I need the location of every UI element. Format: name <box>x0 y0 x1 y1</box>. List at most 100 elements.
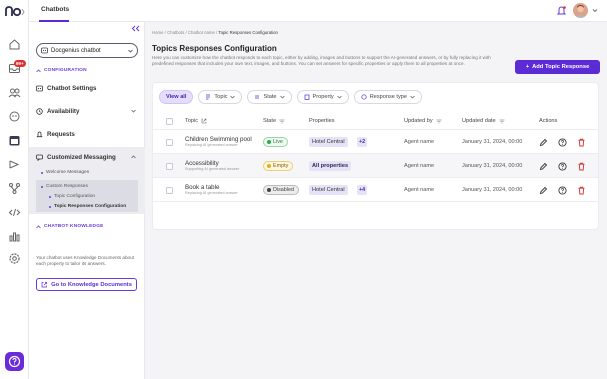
chevron-down-icon[interactable] <box>592 8 598 13</box>
status-dot-icon <box>267 164 271 168</box>
configuration-section[interactable]: CONFIGURATION <box>36 68 87 73</box>
help-icon[interactable] <box>558 186 567 195</box>
filter-label: View all <box>166 94 187 100</box>
status-dot-icon <box>267 188 271 192</box>
help-icon <box>8 355 21 368</box>
bullet-icon <box>49 195 51 198</box>
status-dot-icon <box>267 140 271 144</box>
settings-icon[interactable] <box>8 252 21 265</box>
row-topic: Book a table <box>185 184 220 191</box>
table-row[interactable]: Children Swimming pool Replacing AI gene… <box>153 130 598 154</box>
col-topic-label: Topic <box>185 118 199 124</box>
col-updated-by[interactable]: Updated by <box>404 118 442 124</box>
home-icon[interactable] <box>8 38 21 51</box>
breadcrumb-chatbot-name[interactable]: Chatbot name <box>188 30 215 35</box>
sidebar-item-label: Availability <box>47 108 80 115</box>
contacts-icon[interactable] <box>8 86 21 99</box>
breadcrumb-chatbots[interactable]: Chatbots <box>167 30 184 35</box>
bot-icon <box>36 85 43 92</box>
sidebar-item-customized-messaging[interactable]: Customized Messaging <box>36 151 138 164</box>
col-actions: Actions <box>539 118 557 124</box>
campaign-icon[interactable] <box>8 158 21 171</box>
property-tag: All properties <box>309 161 352 171</box>
sidebar-subitem-welcome-messages[interactable]: Welcome Messages <box>41 170 89 175</box>
sidebar: Docgenius chatbot CONFIGURATION Chatbot … <box>29 22 145 379</box>
sidebar-subitem-label: Topic Responses Configuration <box>54 204 127 209</box>
edit-icon[interactable] <box>539 186 548 195</box>
sidebar-item-requests[interactable]: Requests <box>36 128 138 141</box>
table-row[interactable]: Book a table Replacing AI generated answ… <box>153 178 598 202</box>
responses-panel: View all Topic State Property Response t… <box>152 82 599 230</box>
calendar-icon[interactable] <box>8 134 21 147</box>
code-icon[interactable] <box>8 206 21 219</box>
property-tag: Hotel Central <box>309 185 348 195</box>
breadcrumb-home[interactable]: Home <box>152 30 163 35</box>
brand-logo-icon[interactable] <box>5 6 25 18</box>
col-state[interactable]: State <box>263 118 285 124</box>
add-topic-response-button[interactable]: + Add Topic Response <box>515 60 600 74</box>
filter-property[interactable]: Property <box>296 90 349 104</box>
sidebar-subitem-topic-responses-configuration[interactable]: Topic Responses Configuration <box>49 204 126 209</box>
more-properties-badge[interactable]: +2 <box>357 137 368 147</box>
table-row[interactable]: Accessibility Supporting AI generated an… <box>153 154 598 178</box>
chevron-down-icon <box>336 95 342 99</box>
building-icon <box>304 94 309 100</box>
filter-icon <box>499 119 505 123</box>
left-rail: 99+ <box>0 0 29 379</box>
collapse-sidebar-icon[interactable] <box>131 25 140 32</box>
table-header: Topic State Properties Updated by Update… <box>153 112 598 130</box>
bell-icon[interactable] <box>556 5 567 16</box>
delete-icon[interactable] <box>577 162 586 171</box>
avatar[interactable] <box>573 3 588 18</box>
status-badge-label: Empty <box>273 163 289 169</box>
tab-chatbots[interactable]: Chatbots <box>41 6 69 13</box>
sidebar-item-chatbot-settings[interactable]: Chatbot Settings <box>36 82 138 95</box>
row-checkbox[interactable] <box>166 187 173 194</box>
filter-state[interactable]: State <box>247 90 292 104</box>
chevron-up-icon <box>36 224 41 228</box>
go-to-knowledge-documents-button[interactable]: Go to Knowledge Documents <box>36 278 137 291</box>
bot-icon <box>41 47 48 54</box>
row-checkbox[interactable] <box>166 139 173 146</box>
status-badge: Empty <box>263 161 294 171</box>
breadcrumb: Home / Chatbots / Chatbot name / Topic R… <box>152 30 278 35</box>
delete-icon[interactable] <box>577 186 586 195</box>
bot-icon[interactable] <box>8 110 21 123</box>
filter-view-all[interactable]: View all <box>159 90 194 104</box>
delete-icon[interactable] <box>577 138 586 147</box>
chatbot-knowledge-section[interactable]: CHATBOT KNOWLEDGE <box>36 224 104 229</box>
edit-icon[interactable] <box>539 138 548 147</box>
row-checkbox[interactable] <box>166 163 173 170</box>
row-topic: Children Swimming pool <box>185 136 252 143</box>
sidebar-subitem-label: Welcome Messages <box>46 170 90 175</box>
add-topic-response-label: Add Topic Response <box>532 64 590 70</box>
col-properties-label: Properties <box>309 118 335 124</box>
sidebar-subitem-topic-configuration[interactable]: Topic Configuration <box>49 194 95 199</box>
help-icon[interactable] <box>558 138 567 147</box>
sidebar-item-label: Chatbot Settings <box>47 85 97 92</box>
help-button[interactable] <box>5 352 24 371</box>
chatbot-select-value: Docgenius chatbot <box>51 47 101 54</box>
sidebar-item-availability[interactable]: Availability <box>36 105 138 118</box>
reports-icon[interactable] <box>8 230 21 243</box>
more-properties-badge[interactable]: +4 <box>357 185 368 195</box>
sidebar-subitem-custom-responses[interactable]: Custom Responses <box>41 184 88 189</box>
filter-response-type[interactable]: Response type <box>353 90 423 104</box>
breadcrumb-separator: / <box>164 30 166 35</box>
chevron-down-icon <box>131 109 136 113</box>
bullet-icon <box>49 205 51 208</box>
col-updated-date[interactable]: Updated date <box>462 118 505 124</box>
help-icon[interactable] <box>558 162 567 171</box>
response-type-icon <box>361 94 367 100</box>
row-topic: Accessibility <box>185 160 219 167</box>
top-bar: Chatbots <box>29 0 607 22</box>
filter-topic[interactable]: Topic <box>198 90 243 104</box>
edit-icon[interactable] <box>539 162 548 171</box>
page-title: Topics Responses Configuration <box>152 44 277 53</box>
flow-icon[interactable] <box>8 182 21 195</box>
col-topic[interactable]: Topic <box>185 118 207 124</box>
select-all-checkbox[interactable] <box>166 118 173 125</box>
chatbot-select[interactable]: Docgenius chatbot <box>36 43 138 58</box>
chevron-down-icon <box>410 95 415 99</box>
go-to-knowledge-documents-label: Go to Knowledge Documents <box>51 281 132 288</box>
